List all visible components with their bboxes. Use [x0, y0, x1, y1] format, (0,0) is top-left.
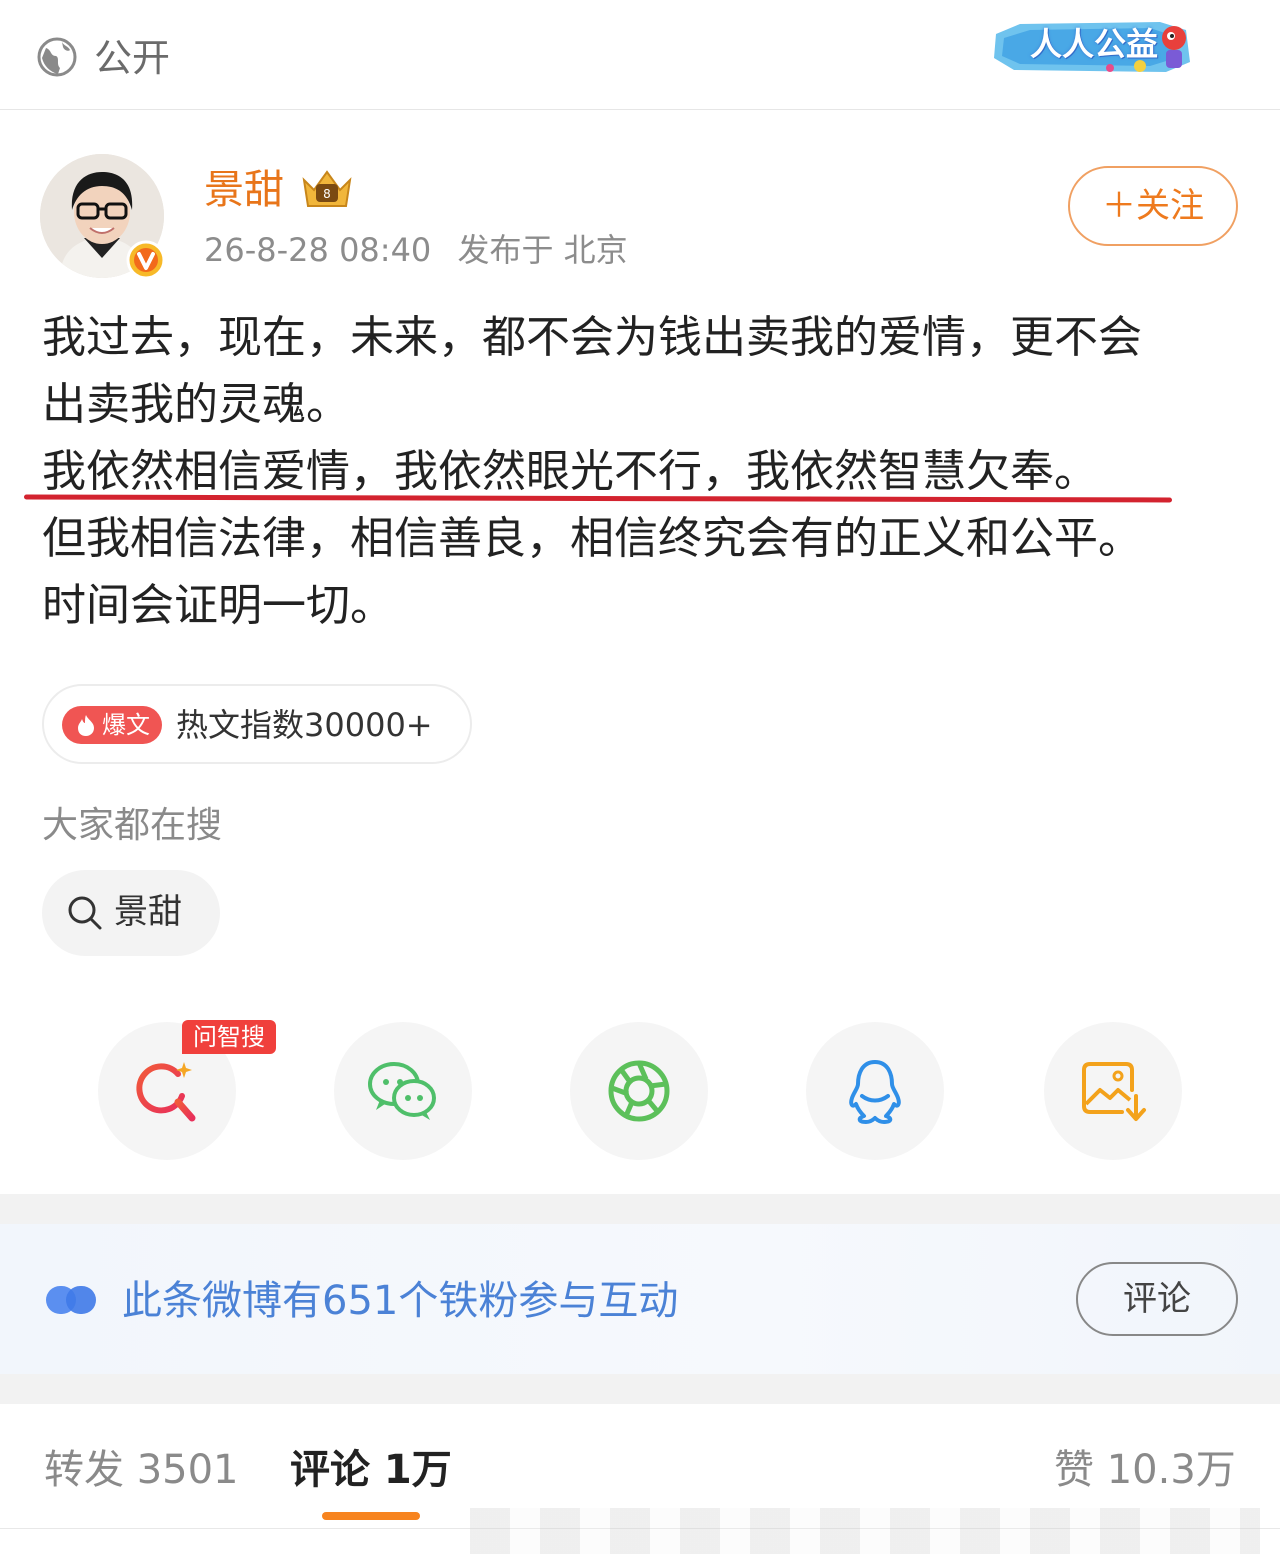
search-icon [68, 896, 102, 930]
wechat-icon [368, 1062, 436, 1120]
hot-index-pill[interactable]: 爆文 热文指数30000+ [42, 684, 472, 764]
post-line: 出卖我的灵魂。 [42, 379, 350, 430]
fans-banner-text: 此条微博有651个铁粉参与互动 [122, 1278, 679, 1324]
post-location: 发布于 北京 [457, 231, 628, 269]
share-wechat-button[interactable] [334, 1022, 472, 1160]
charity-label: 人人公益 [1030, 25, 1159, 63]
save-image-icon [1082, 1062, 1146, 1121]
comment-button[interactable]: 评论 [1076, 1262, 1238, 1336]
moments-icon [608, 1060, 670, 1122]
trending-search-title: 大家都在搜 [42, 805, 223, 846]
post-line: 我过去，现在，未来，都不会为钱出卖我的爱情，更不会 [42, 312, 1142, 363]
hot-tag-label: 爆文 [102, 711, 150, 739]
post-line: 时间会证明一切。 [42, 580, 394, 631]
qq-icon [849, 1060, 901, 1124]
verified-badge-icon [126, 240, 166, 280]
hot-tag: 爆文 [62, 706, 162, 744]
fans-interaction-banner: 此条微博有651个铁粉参与互动 评论 [0, 1224, 1280, 1374]
globe-icon [37, 37, 77, 77]
author-name[interactable]: 景甜 [204, 164, 284, 216]
section-divider [0, 1194, 1280, 1224]
post-line: 但我相信法律，相信善良，相信终究会有的正义和公平。 [42, 513, 1142, 564]
save-image-button[interactable] [1044, 1022, 1182, 1160]
ai-search-icon [136, 1062, 196, 1122]
post-timestamp: 26-8-28 08:40 [204, 231, 432, 269]
tab-repost[interactable]: 转发 3501 [44, 1440, 239, 1500]
svg-text:8: 8 [323, 187, 331, 201]
ai-search-tag: 问智搜 [182, 1020, 276, 1054]
section-divider [0, 1374, 1280, 1404]
charity-badge[interactable]: 人人公益 [990, 14, 1196, 76]
blurred-watermark [470, 1508, 1260, 1554]
share-moments-button[interactable] [570, 1022, 708, 1160]
vip-crown-icon: 8 [302, 170, 352, 207]
search-chip-label: 景甜 [114, 892, 182, 932]
active-tab-indicator [322, 1512, 420, 1520]
weibo-post-page: 公开 人人公益 景甜 8 26-8-28 08:40 发布于 北京 ＋关注 我过… [0, 0, 1280, 1558]
tab-comment[interactable]: 评论 1万 [290, 1440, 452, 1500]
fans-icon [46, 1286, 96, 1314]
flame-icon [78, 715, 94, 736]
privacy-label: 公开 [94, 36, 171, 80]
search-chip[interactable]: 景甜 [42, 870, 220, 956]
post-body: 我过去，现在，未来，都不会为钱出卖我的爱情，更不会 出卖我的灵魂。 我依然相信爱… [42, 304, 1242, 639]
share-qq-button[interactable] [806, 1022, 944, 1160]
tab-like[interactable]: 赞 10.3万 [1054, 1440, 1236, 1500]
post-meta: 26-8-28 08:40 发布于 北京 [204, 228, 628, 272]
follow-button[interactable]: ＋关注 [1068, 166, 1238, 246]
privacy-bar: 公开 人人公益 [0, 0, 1280, 110]
hot-index-text: 热文指数30000+ [176, 706, 433, 744]
